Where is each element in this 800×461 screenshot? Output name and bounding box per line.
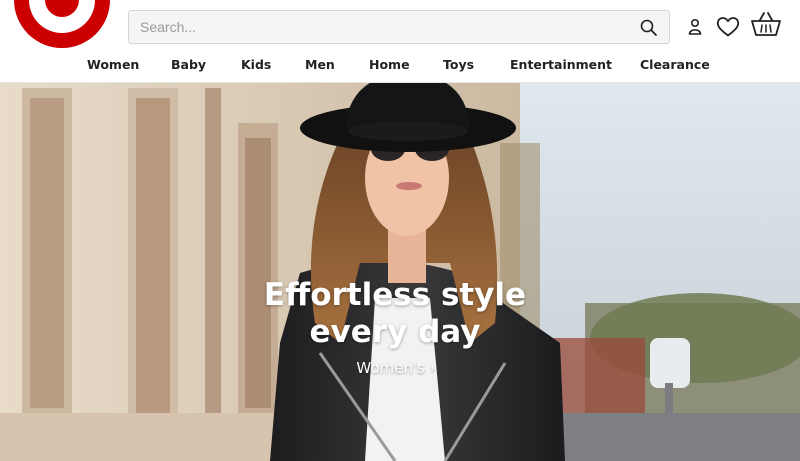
nav-item-men[interactable]: Men (305, 57, 335, 72)
search-input[interactable] (129, 11, 629, 43)
nav-item-entertainment[interactable]: Entertainment (510, 57, 612, 72)
hero-headline-line-1: Effortless style (263, 277, 527, 313)
hero-headline-line-2: every day (309, 314, 481, 350)
target-logo-icon[interactable] (8, 0, 116, 56)
shop-womens-link[interactable]: Women's › (356, 359, 435, 377)
hero-banner[interactable]: Effortless style every day Women's › (0, 83, 800, 461)
search-bar (128, 10, 670, 44)
category-nav: Women Baby Kids Men Home Toys Entertainm… (0, 57, 800, 77)
wishlist-heart-icon[interactable] (716, 16, 740, 38)
nav-item-women[interactable]: Women (87, 57, 139, 72)
site-header: Women Baby Kids Men Home Toys Entertainm… (0, 0, 800, 83)
nav-item-toys[interactable]: Toys (443, 57, 474, 72)
nav-item-home[interactable]: Home (369, 57, 410, 72)
nav-item-kids[interactable]: Kids (241, 57, 271, 72)
hero-image (0, 83, 800, 461)
nav-item-clearance[interactable]: Clearance (640, 57, 710, 72)
nav-item-baby[interactable]: Baby (171, 57, 206, 72)
search-icon[interactable] (639, 18, 659, 38)
chevron-right-icon: › (429, 359, 436, 377)
account-icon[interactable] (687, 17, 703, 37)
shop-womens-label[interactable]: Women's (356, 359, 424, 377)
cart-basket-icon[interactable] (750, 10, 782, 38)
hero-text: Effortless style every day Women's › (0, 277, 790, 378)
